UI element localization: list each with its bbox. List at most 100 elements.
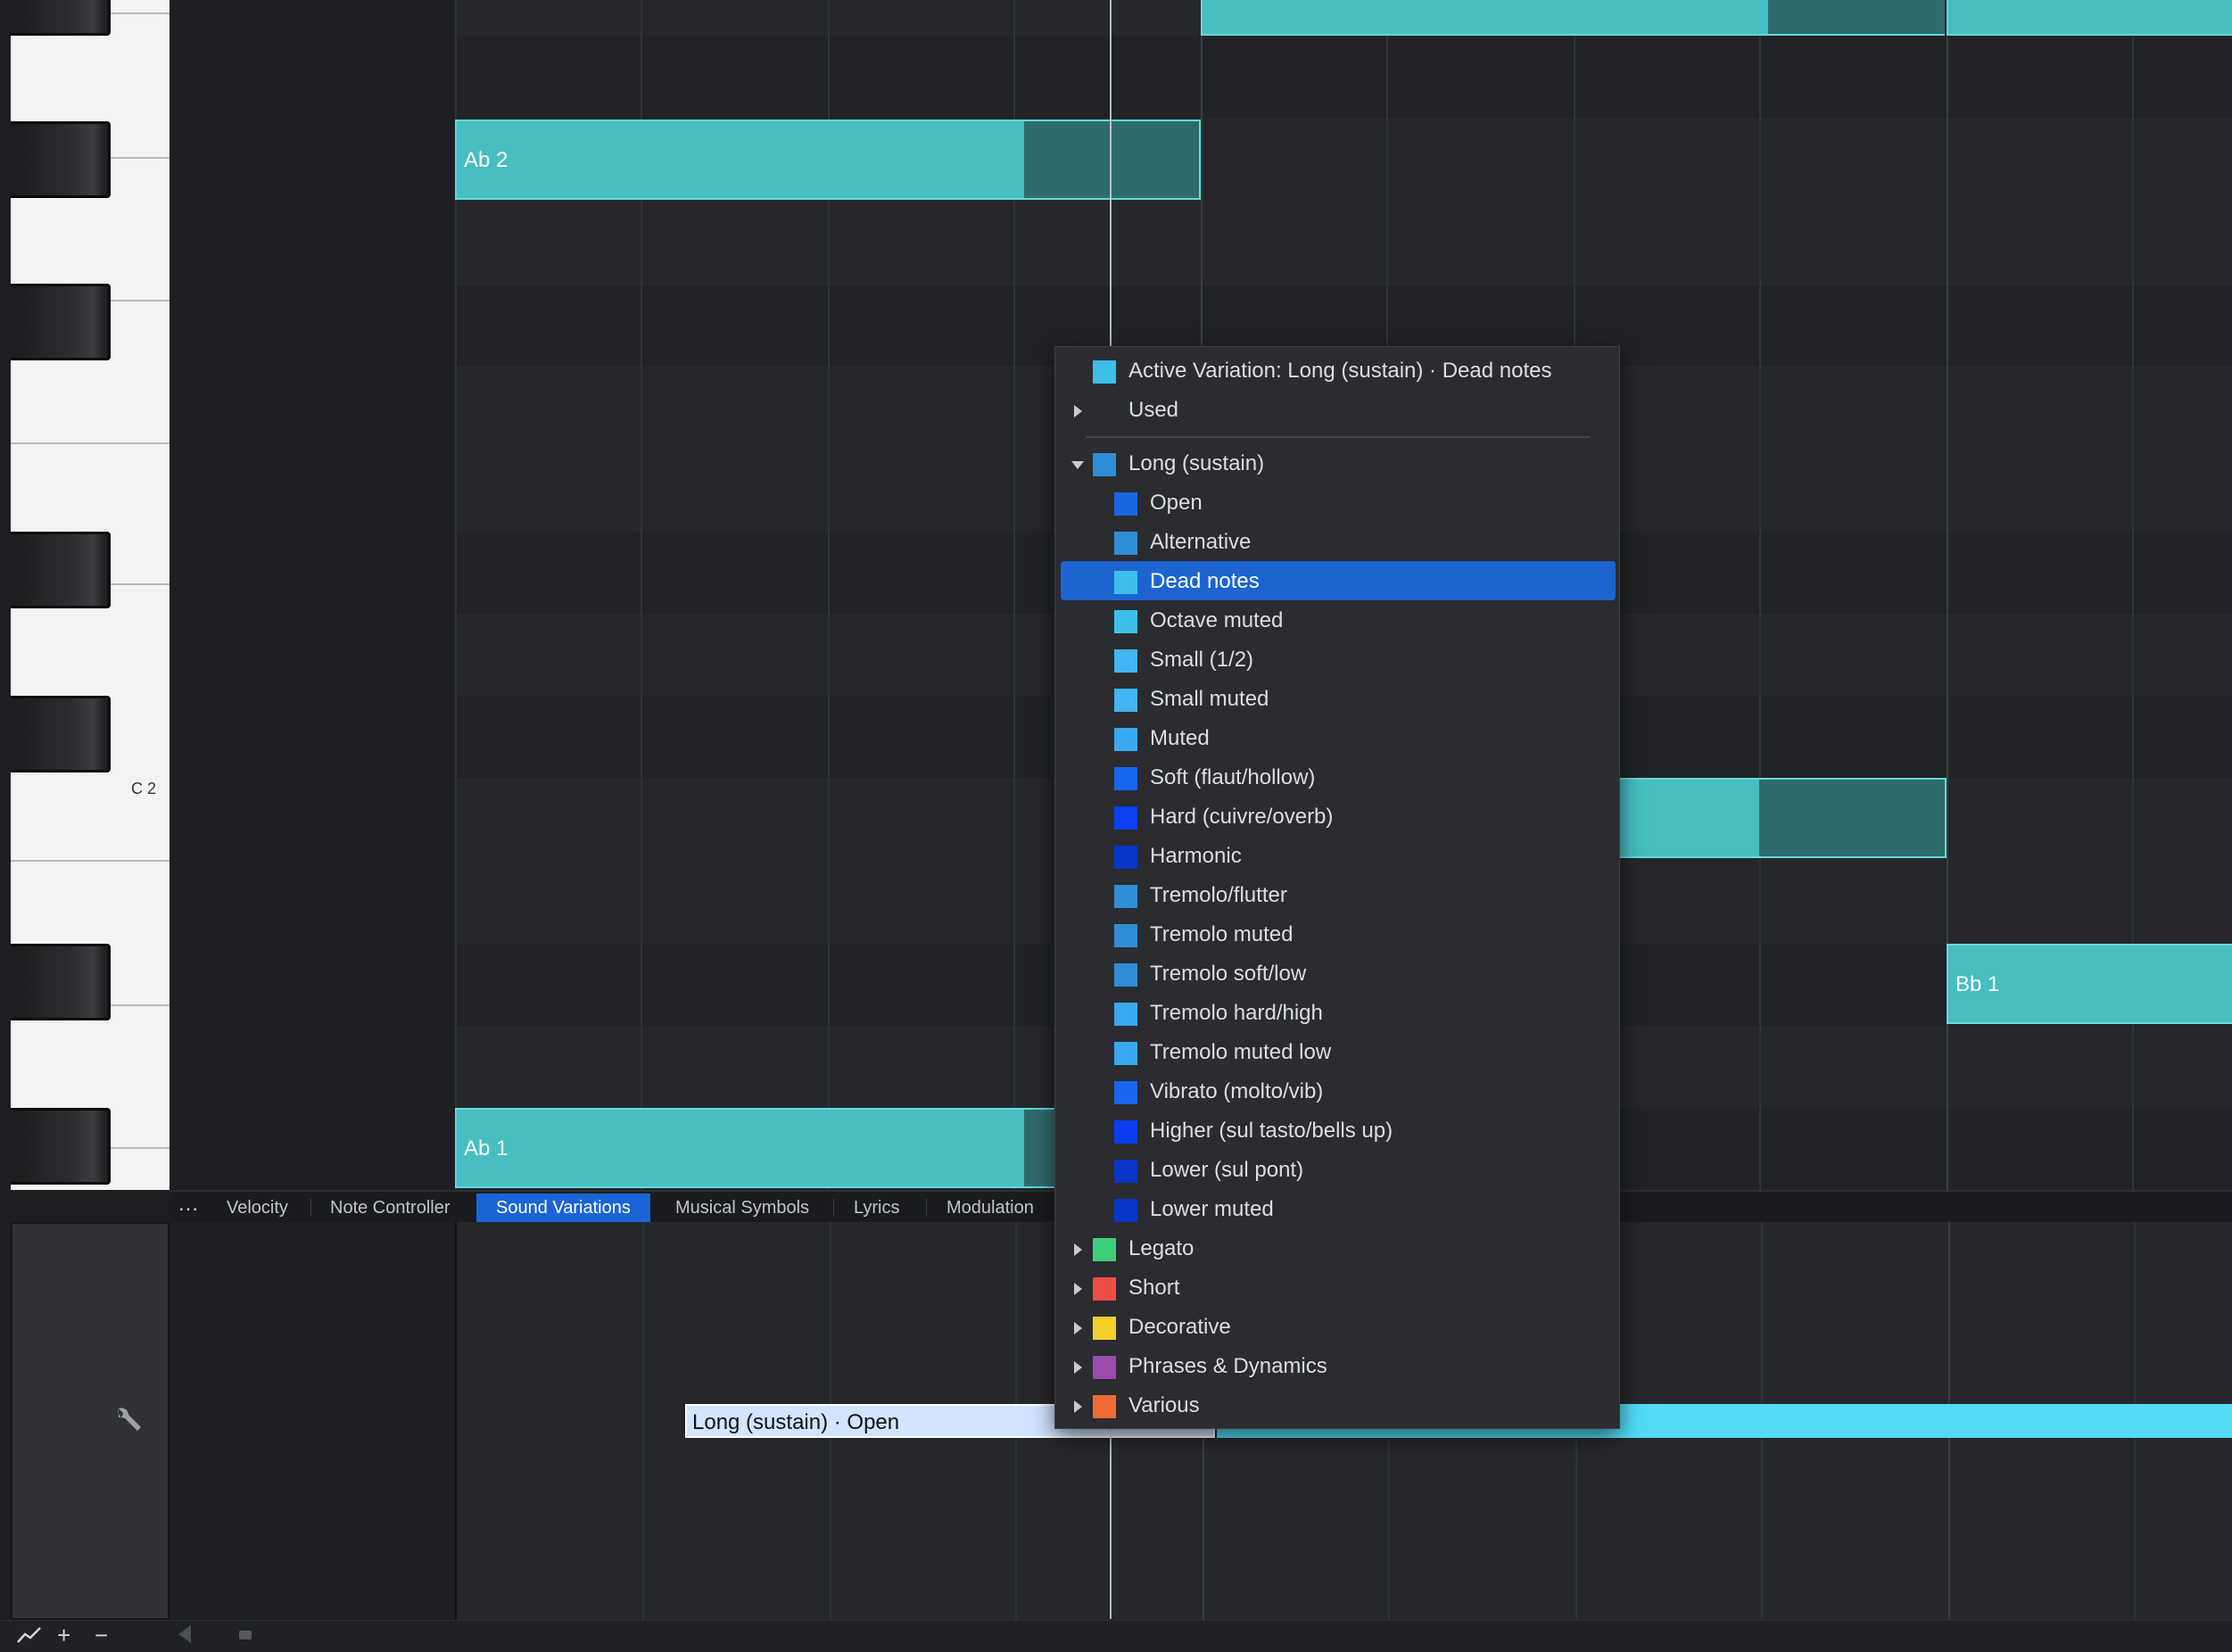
color-swatch — [1114, 885, 1137, 908]
color-swatch — [1114, 1160, 1137, 1183]
black-key[interactable] — [11, 121, 111, 198]
black-key[interactable] — [11, 1108, 111, 1185]
lane-header — [11, 1222, 169, 1620]
menu-item-tremolo-flutter[interactable]: Tremolo/flutter — [1055, 875, 1619, 914]
menu-item-label: Legato — [1128, 1236, 1195, 1260]
note-tail — [1768, 0, 1945, 34]
note-bb1[interactable]: Bb 1 — [1947, 944, 2232, 1024]
menu-item-label: Tremolo/flutter — [1150, 883, 1287, 907]
horizontal-scrollbar-thumb[interactable] — [239, 1631, 252, 1640]
menu-item-label: Hard (cuivre/overb) — [1150, 805, 1334, 829]
menu-item-label: Phrases & Dynamics — [1128, 1354, 1327, 1378]
menu-item-label: Octave muted — [1150, 608, 1284, 632]
tab-sound-variations[interactable]: Sound Variations — [476, 1194, 650, 1222]
color-swatch — [1114, 1199, 1137, 1222]
line-graph-icon[interactable] — [16, 1625, 43, 1645]
wrench-icon[interactable] — [112, 1405, 142, 1435]
color-swatch — [1093, 1356, 1116, 1379]
note-clip[interactable] — [1606, 778, 1947, 858]
menu-item-soft-flaut-hollow[interactable]: Soft (flaut/hollow) — [1055, 757, 1619, 797]
menu-item-vibrato-molto-vib[interactable]: Vibrato (molto/vib) — [1055, 1071, 1619, 1111]
black-key[interactable] — [11, 532, 111, 608]
color-swatch — [1114, 1081, 1137, 1104]
menu-item-label: Tremolo muted low — [1150, 1040, 1332, 1064]
color-swatch — [1114, 649, 1137, 673]
color-swatch — [1114, 571, 1137, 594]
more-tabs-button[interactable]: ... — [178, 1192, 199, 1217]
black-key[interactable] — [11, 284, 111, 360]
menu-item-octave-muted[interactable]: Octave muted — [1055, 600, 1619, 640]
chevron-right-icon — [1074, 1243, 1082, 1256]
menu-item-label: Used — [1128, 398, 1179, 422]
menu-item-dead-notes[interactable]: Dead notes — [1055, 561, 1619, 600]
menu-item-label: Muted — [1150, 726, 1210, 750]
chevron-right-icon — [1074, 405, 1082, 417]
menu-item-alternative[interactable]: Alternative — [1055, 522, 1619, 561]
menu-group-various[interactable]: Various — [1055, 1385, 1619, 1425]
menu-item-label: Various — [1128, 1393, 1200, 1417]
menu-item-higher-sul-tasto-bells-up[interactable]: Higher (sul tasto/bells up) — [1055, 1111, 1619, 1150]
menu-item-muted[interactable]: Muted — [1055, 718, 1619, 757]
color-swatch — [1114, 728, 1137, 751]
menu-item-harmonic[interactable]: Harmonic — [1055, 836, 1619, 875]
menu-separator — [1086, 436, 1591, 438]
color-swatch — [1114, 532, 1137, 555]
scroll-left-arrow[interactable] — [178, 1625, 191, 1643]
menu-group-decorative[interactable]: Decorative — [1055, 1307, 1619, 1346]
note-tail — [1024, 121, 1199, 198]
black-key[interactable] — [11, 944, 111, 1020]
menu-item-tremolo-muted[interactable]: Tremolo muted — [1055, 914, 1619, 954]
track-gutter — [169, 0, 455, 1190]
menu-item-label: Short — [1128, 1276, 1180, 1300]
tab-musical-symbols[interactable]: Musical Symbols — [656, 1194, 829, 1222]
menu-item-tremolo-soft-low[interactable]: Tremolo soft/low — [1055, 954, 1619, 993]
color-swatch — [1093, 1395, 1116, 1418]
note-clip[interactable] — [1947, 0, 2232, 36]
color-swatch — [1093, 360, 1116, 384]
chevron-right-icon — [1074, 1400, 1082, 1413]
menu-item-lower-sul-pont[interactable]: Lower (sul pont) — [1055, 1150, 1619, 1189]
minus-icon[interactable]: − — [95, 1623, 108, 1647]
grid-line — [642, 1222, 644, 1620]
black-key[interactable] — [11, 696, 111, 772]
menu-item-lower-muted[interactable]: Lower muted — [1055, 1189, 1619, 1228]
menu-item-label: Open — [1150, 491, 1203, 515]
menu-item-open[interactable]: Open — [1055, 483, 1619, 522]
tab-velocity[interactable]: Velocity — [207, 1194, 308, 1222]
menu-item-label: Small muted — [1150, 687, 1269, 711]
menu-item-hard-cuivre-overb[interactable]: Hard (cuivre/overb) — [1055, 797, 1619, 836]
menu-group-phrases-dynamics[interactable]: Phrases & Dynamics — [1055, 1346, 1619, 1385]
plus-icon[interactable]: + — [57, 1623, 70, 1647]
color-swatch — [1093, 1317, 1116, 1340]
tab-lyrics[interactable]: Lyrics — [834, 1194, 919, 1222]
grid-line — [1759, 0, 1761, 1190]
color-swatch — [1114, 492, 1137, 516]
color-swatch — [1114, 806, 1137, 830]
chevron-right-icon — [1074, 1283, 1082, 1295]
color-swatch — [1093, 453, 1116, 476]
color-swatch — [1114, 1120, 1137, 1144]
color-swatch — [1093, 1238, 1116, 1261]
menu-item-small-1-2[interactable]: Small (1/2) — [1055, 640, 1619, 679]
note-clip[interactable] — [1201, 0, 1945, 36]
menu-item-label: Alternative — [1150, 530, 1252, 554]
menu-group-long-sustain[interactable]: Long (sustain) — [1055, 443, 1619, 483]
selection-highlight — [1061, 561, 1616, 600]
note-ab2[interactable]: Ab 2 — [455, 120, 1201, 200]
piano-keyboard[interactable]: C 2 — [11, 0, 171, 1190]
menu-item-tremolo-muted-low[interactable]: Tremolo muted low — [1055, 1032, 1619, 1071]
color-swatch — [1114, 924, 1137, 947]
chevron-right-icon — [1074, 1361, 1082, 1374]
black-key[interactable] — [11, 0, 111, 36]
menu-item-label: Active Variation: Long (sustain) · Dead … — [1128, 359, 1552, 383]
menu-item-small-muted[interactable]: Small muted — [1055, 679, 1619, 718]
tab-note-controller[interactable]: Note Controller — [310, 1194, 470, 1222]
tab-modulation[interactable]: Modulation — [927, 1194, 1054, 1222]
menu-item-used[interactable]: Used — [1055, 390, 1619, 429]
menu-item-label: Higher (sul tasto/bells up) — [1150, 1119, 1393, 1143]
lane-gutter — [169, 1222, 455, 1620]
menu-item-tremolo-hard-high[interactable]: Tremolo hard/high — [1055, 993, 1619, 1032]
menu-group-legato[interactable]: Legato — [1055, 1228, 1619, 1268]
menu-item-label: Tremolo soft/low — [1150, 962, 1307, 986]
menu-group-short[interactable]: Short — [1055, 1268, 1619, 1307]
